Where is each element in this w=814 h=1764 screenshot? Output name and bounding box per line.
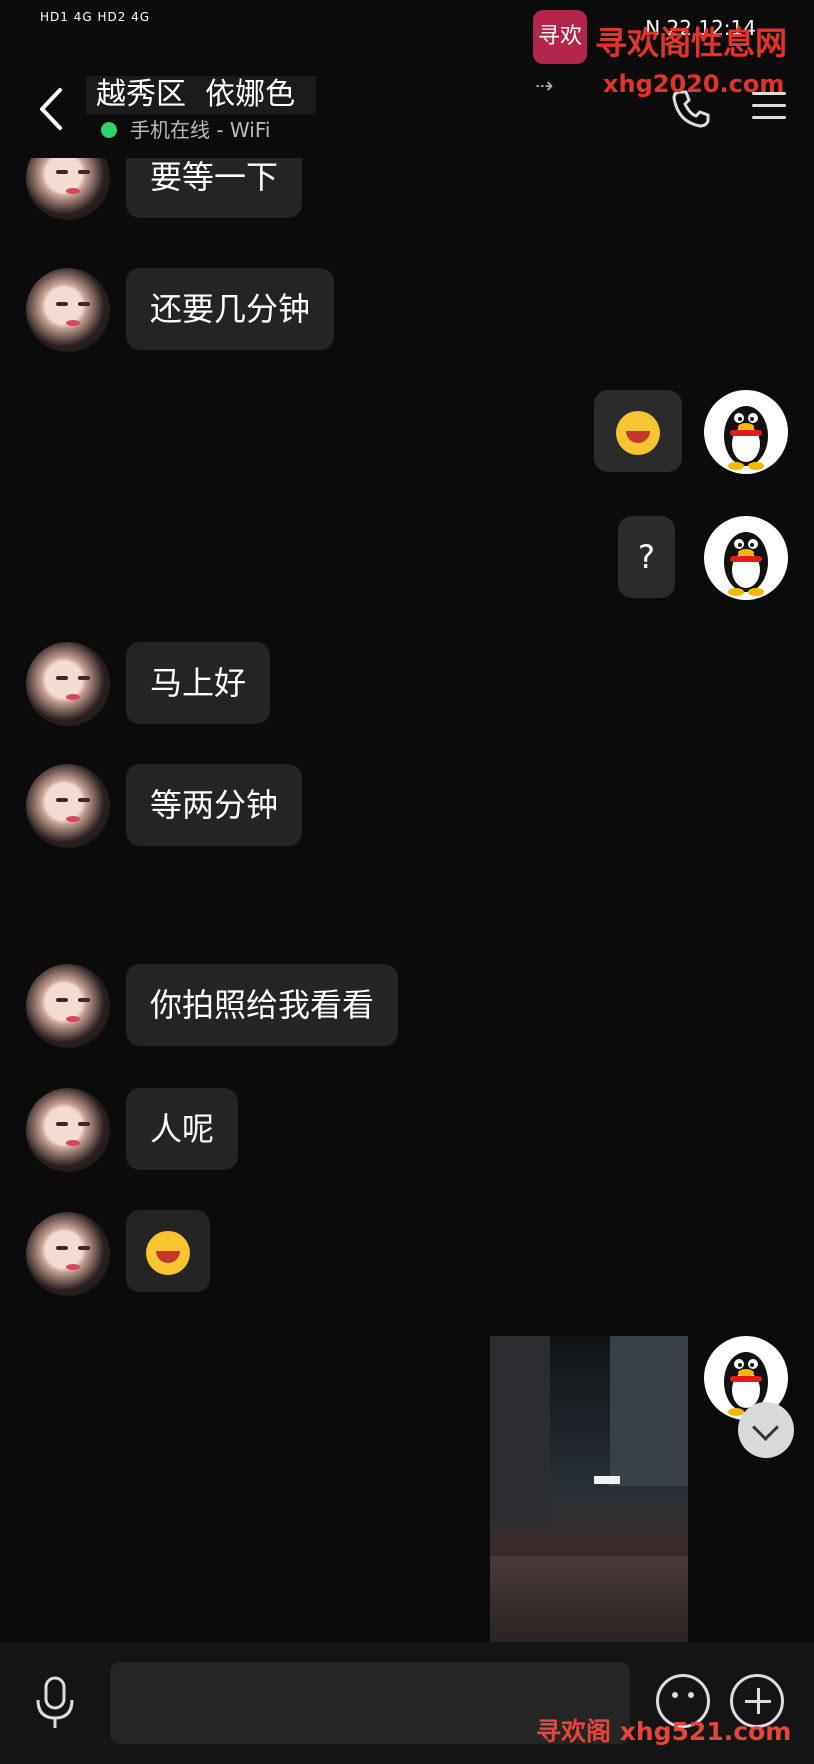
message-bubble[interactable]: 人呢 bbox=[126, 1088, 239, 1170]
message-bubble[interactable]: 要等一下 bbox=[126, 158, 303, 218]
message-bubble[interactable]: 还要几分钟 bbox=[126, 268, 335, 350]
message-bubble[interactable]: ? bbox=[618, 516, 675, 598]
microphone-icon[interactable] bbox=[32, 1674, 78, 1730]
penguin-icon bbox=[724, 532, 768, 596]
back-arrow-icon[interactable] bbox=[34, 84, 68, 134]
contact-avatar[interactable] bbox=[26, 642, 110, 726]
network-status: HD1 4G HD2 4G bbox=[40, 10, 151, 24]
watermark-bottom: 寻欢阁 xhg521.com bbox=[536, 1717, 792, 1746]
laugh-cry-emoji-icon bbox=[146, 1231, 190, 1275]
contact-avatar[interactable] bbox=[26, 1212, 110, 1296]
penguin-icon bbox=[724, 406, 768, 470]
contact-avatar[interactable] bbox=[26, 268, 110, 352]
message-bubble[interactable]: 等两分钟 bbox=[126, 764, 303, 846]
scroll-to-bottom-button[interactable] bbox=[738, 1402, 794, 1458]
message-bubble-emoji[interactable] bbox=[594, 390, 682, 472]
contact-avatar[interactable] bbox=[26, 764, 110, 848]
online-dot-icon bbox=[101, 122, 117, 138]
message-bubble[interactable]: 你拍照给我看看 bbox=[126, 964, 399, 1046]
laugh-cry-emoji-icon bbox=[616, 411, 660, 455]
self-avatar[interactable] bbox=[704, 516, 788, 600]
contact-avatar[interactable] bbox=[26, 158, 110, 220]
contact-avatar[interactable] bbox=[26, 1088, 110, 1172]
watermark-url: xhg2020.com bbox=[603, 70, 785, 98]
self-avatar[interactable] bbox=[704, 390, 788, 474]
contact-avatar[interactable] bbox=[26, 964, 110, 1048]
watermark-top: 寻欢 寻欢阁性息网 xhg2020.com bbox=[533, 10, 803, 104]
message-bubble-emoji[interactable] bbox=[126, 1210, 210, 1292]
photo-message[interactable] bbox=[490, 1336, 688, 1642]
online-status[interactable]: 手机在线 - WiFi bbox=[130, 118, 270, 142]
chat-area[interactable]: 要等一下 还要几分钟 ? 马上好 等两分钟 你拍照给我看看 人呢 bbox=[0, 158, 814, 1642]
message-bubble[interactable]: 马上好 bbox=[126, 642, 271, 724]
watermark-title: 寻欢阁性息网 bbox=[595, 24, 788, 62]
chat-title[interactable]: 越秀区 依娜色 bbox=[96, 76, 295, 114]
watermark-logo: 寻欢 bbox=[533, 10, 587, 64]
